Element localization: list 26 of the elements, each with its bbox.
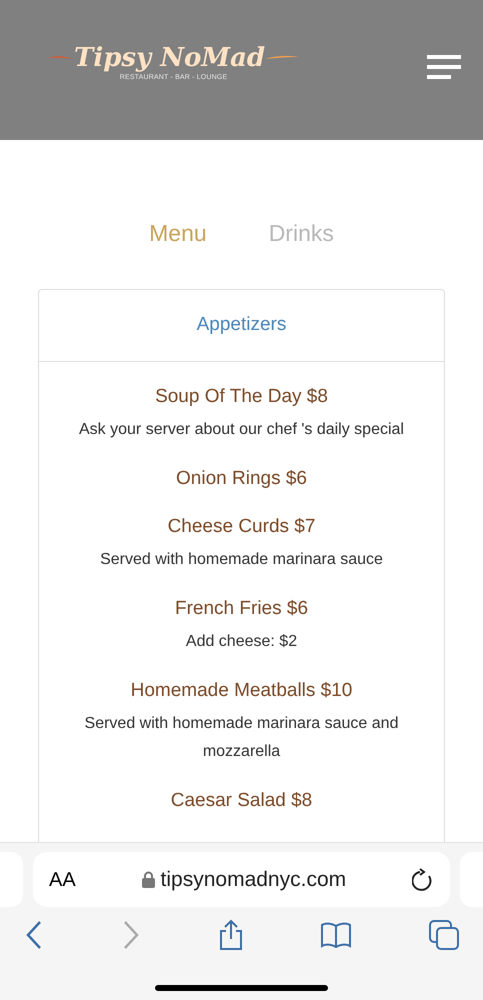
item-description: Ask your server about our chef 's daily special xyxy=(78,420,405,440)
section-title: Appetizers xyxy=(196,312,286,337)
item-description: Add cheese: $2 xyxy=(184,632,298,652)
item-name: Soup Of The Day $8 xyxy=(155,384,328,408)
share-icon[interactable] xyxy=(218,919,244,951)
menu-icon[interactable] xyxy=(427,54,461,82)
item-description: Served with homemade marinara sauce xyxy=(99,550,384,570)
book-icon[interactable] xyxy=(320,922,352,948)
back-icon[interactable] xyxy=(24,920,44,950)
swash-icon xyxy=(265,54,300,62)
menu-tab[interactable]: Drinks xyxy=(268,216,334,250)
item-name: Homemade Meatballs $10 xyxy=(130,678,352,702)
reload-icon[interactable] xyxy=(412,868,434,892)
item-name: Caesar Salad $8 xyxy=(170,788,312,812)
tabs-icon[interactable] xyxy=(429,920,459,950)
item-name: Cheese Curds $7 xyxy=(168,514,316,538)
item-name: Onion Rings $6 xyxy=(176,466,307,490)
swash-icon xyxy=(48,54,74,62)
lock-icon xyxy=(142,871,155,888)
url-text: tipsynomadnyc.com xyxy=(160,866,346,893)
text-size-button[interactable]: AA xyxy=(49,864,76,894)
logo-name: Tipsy NoMad xyxy=(74,44,266,71)
menu-tab[interactable]: Menu xyxy=(149,216,207,250)
address-bar[interactable]: AA tipsynomadnyc.com xyxy=(33,852,450,907)
item-name: French Fries $6 xyxy=(174,596,308,620)
item-description: Served with homemade marinara sauce and mozzarella xyxy=(84,714,400,762)
